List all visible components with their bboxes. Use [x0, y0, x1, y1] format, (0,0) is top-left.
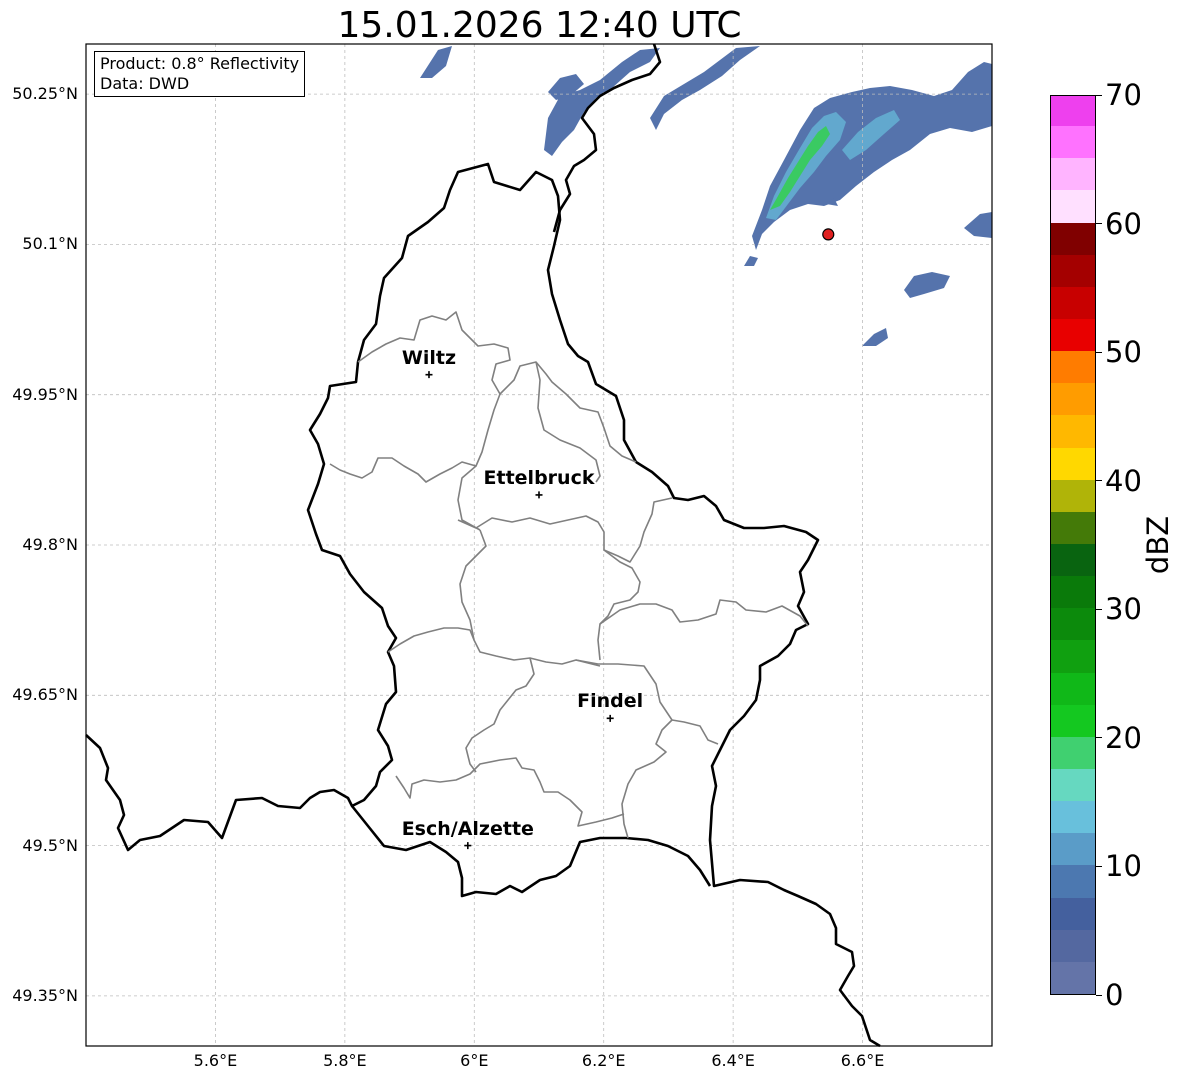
- lon-tick-label: 5.8°E: [323, 1051, 367, 1070]
- product-info-box: Product: 0.8° Reflectivity Data: DWD: [94, 51, 306, 97]
- colorbar-tick-label: 20: [1105, 720, 1142, 755]
- city-label: Wiltz: [401, 346, 457, 369]
- city-marker: [425, 371, 433, 379]
- eastern-border: [552, 43, 662, 233]
- lon-tick-label: 5.6°E: [193, 1051, 238, 1070]
- colorbar-swatch: [1051, 382, 1095, 416]
- city-label: Esch/Alzette: [401, 817, 534, 840]
- colorbar-tick-label: 40: [1105, 463, 1142, 498]
- colorbar-tick-mark: [1096, 608, 1102, 610]
- data-source-label: Data: DWD: [100, 74, 190, 93]
- colorbar-swatch: [1051, 157, 1095, 191]
- echo-band-ne: [752, 62, 992, 250]
- lat-tick-label: 49.65°N: [12, 685, 78, 705]
- colorbar-swatch: [1051, 350, 1095, 384]
- lon-tick-label: 6.6°E: [840, 1051, 885, 1070]
- colorbar-tick-mark: [1096, 94, 1102, 96]
- colorbar-tick-label: 70: [1105, 78, 1142, 112]
- city-markers: [425, 371, 614, 850]
- colorbar-swatch: [1051, 414, 1095, 448]
- colorbar-swatch: [1051, 189, 1095, 223]
- colorbar-swatch: [1051, 800, 1095, 834]
- colorbar-swatch: [1051, 897, 1095, 930]
- colorbar-swatch: [1051, 318, 1095, 352]
- colorbar-swatch: [1051, 447, 1095, 480]
- colorbar-swatch: [1051, 961, 1095, 994]
- colorbar-swatch: [1051, 254, 1095, 287]
- radar-echoes: [420, 46, 992, 346]
- colorbar-tick-label: 60: [1105, 206, 1142, 241]
- city-label: Ettelbruck: [483, 466, 595, 489]
- lat-tick-label: 50.1°N: [22, 234, 78, 254]
- lat-tick-label: 49.5°N: [22, 835, 78, 855]
- colorbar-swatch: [1051, 929, 1095, 962]
- city-marker: [535, 491, 543, 499]
- lat-tick-label: 49.35°N: [12, 985, 78, 1005]
- colorbar-swatch: [1051, 222, 1095, 255]
- colorbar-swatch: [1051, 607, 1095, 641]
- graticule: [86, 44, 992, 1046]
- colorbar-swatch: [1051, 704, 1095, 737]
- colorbar-swatch: [1051, 511, 1095, 544]
- lat-tick-label: 49.95°N: [12, 384, 78, 404]
- colorbar-tick-label: 10: [1105, 849, 1142, 884]
- city-marker: [464, 842, 472, 850]
- colorbar: [1050, 95, 1096, 995]
- country-border: [85, 162, 881, 1048]
- colorbar-swatch: [1051, 672, 1095, 705]
- city-marker: [606, 714, 614, 722]
- radar-map: [85, 43, 993, 1048]
- colorbar-swatch: [1051, 736, 1095, 769]
- lat-tick-label: 50.25°N: [12, 84, 78, 104]
- echo-band-north: [420, 46, 760, 156]
- product-label: Product: 0.8° Reflectivity: [100, 54, 300, 73]
- colorbar-tick-mark: [1096, 994, 1102, 996]
- radar-site-marker: [822, 228, 835, 241]
- colorbar-swatch: [1051, 575, 1095, 609]
- city-label: Findel: [577, 690, 644, 713]
- colorbar-label: dBZ: [1141, 515, 1175, 575]
- colorbar-swatch: [1051, 864, 1095, 898]
- colorbar-swatch: [1051, 832, 1095, 866]
- lon-tick-label: 6.2°E: [581, 1051, 626, 1070]
- colorbar-swatch: [1051, 543, 1095, 577]
- colorbar-swatch: [1051, 125, 1095, 159]
- colorbar-swatch: [1051, 479, 1095, 512]
- colorbar-swatch: [1051, 96, 1095, 127]
- colorbar-swatch: [1051, 639, 1095, 673]
- colorbar-tick-mark: [1096, 737, 1102, 739]
- colorbar-tick-mark: [1096, 351, 1102, 353]
- colorbar-tick-mark: [1096, 223, 1102, 225]
- colorbar-tick-label: 0: [1105, 978, 1124, 1012]
- lon-tick-label: 6.4°E: [711, 1051, 755, 1070]
- lat-tick-label: 49.8°N: [22, 535, 78, 554]
- colorbar-tick-label: 30: [1105, 592, 1142, 627]
- lon-tick-label: 6°E: [460, 1051, 489, 1070]
- colorbar-swatch: [1051, 286, 1095, 319]
- colorbar-swatch: [1051, 768, 1095, 802]
- colorbar-tick-mark: [1096, 480, 1102, 482]
- colorbar-tick-mark: [1096, 865, 1102, 867]
- echo-cell-scatter: [744, 198, 992, 346]
- colorbar-tick-label: 50: [1105, 335, 1142, 370]
- district-borders: [329, 311, 809, 839]
